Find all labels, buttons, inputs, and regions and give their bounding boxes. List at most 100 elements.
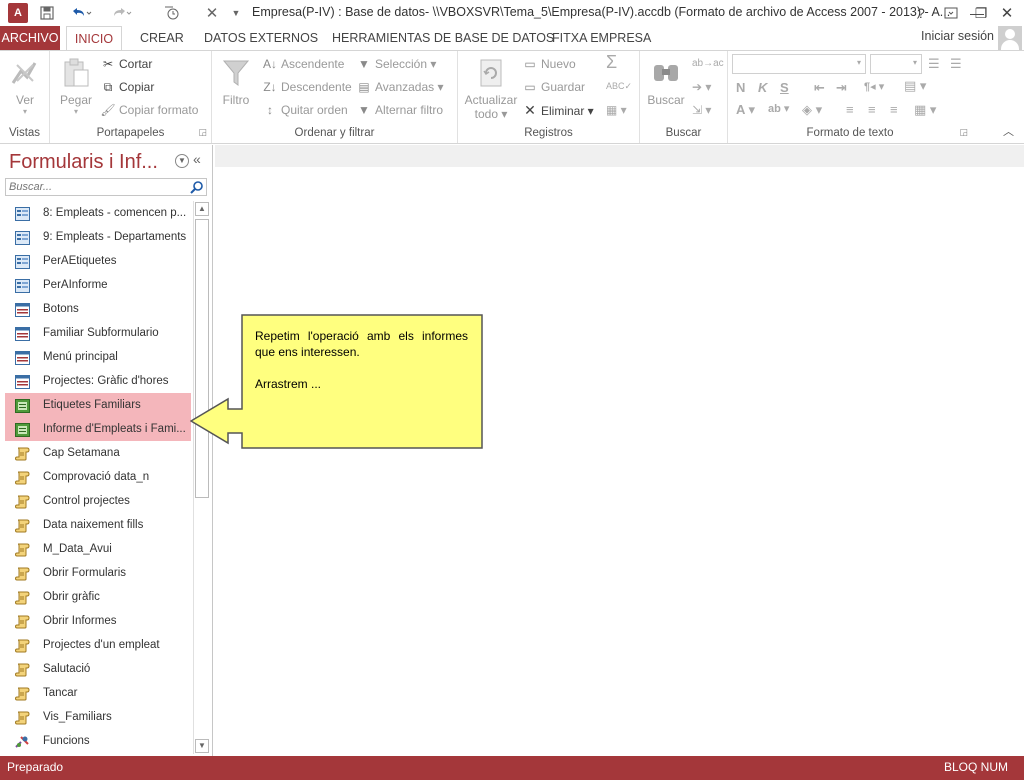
nav-item[interactable]: Projectes: Gràfic d'hores bbox=[5, 369, 191, 393]
view-button[interactable]: Ver ▾ bbox=[6, 57, 44, 116]
restore-window-button[interactable]: ❐ bbox=[968, 2, 994, 24]
align-left-icon[interactable]: ≡ bbox=[846, 102, 854, 117]
text-format-launcher-icon[interactable]: ◲ bbox=[959, 127, 968, 138]
replace-icon[interactable]: ab→ac bbox=[692, 55, 724, 73]
nav-item[interactable]: 9: Empleats - Departaments bbox=[5, 225, 191, 249]
save-icon[interactable] bbox=[38, 3, 56, 23]
nav-item[interactable]: Etiquetes Familiars bbox=[5, 393, 191, 417]
nav-scrollbar[interactable]: ▲ ▼ bbox=[193, 201, 209, 754]
select-icon[interactable]: ⇲ ▾ bbox=[692, 101, 711, 119]
scissors-icon: ✂ bbox=[102, 57, 114, 71]
nav-item[interactable]: 8: Empleats - comencen p... bbox=[5, 201, 191, 225]
close-database-icon[interactable]: ✕ bbox=[204, 3, 220, 23]
nav-item[interactable]: Funcions bbox=[5, 729, 191, 753]
totals-sigma-icon[interactable]: Σ bbox=[606, 53, 617, 71]
advanced-button[interactable]: ▤ Avanzadas ▾ bbox=[356, 78, 443, 96]
delete-record-button[interactable]: ✕ Eliminar ▾ bbox=[522, 101, 594, 119]
new-record-button[interactable]: ▭ Nuevo bbox=[522, 55, 575, 73]
remove-sort-button[interactable]: ↕ Quitar orden bbox=[262, 101, 348, 119]
nav-item[interactable]: Comprovació data_n bbox=[5, 465, 191, 489]
nav-item[interactable]: M_Data_Avui bbox=[5, 537, 191, 561]
nav-item[interactable]: Projectes d'un empleat bbox=[5, 633, 191, 657]
nav-item[interactable]: Tancar bbox=[5, 681, 191, 705]
nav-item[interactable]: Menú principal bbox=[5, 345, 191, 369]
tab-file[interactable]: ARCHIVO bbox=[0, 26, 60, 50]
highlight-icon[interactable]: ab ▾ bbox=[768, 102, 789, 115]
tab-database-tools[interactable]: HERRAMIENTAS DE BASE DE DATOS bbox=[324, 26, 562, 50]
tab-fitxa-empresa[interactable]: FITXA EMPRESA bbox=[544, 26, 659, 50]
cut-button[interactable]: ✂ Cortar bbox=[100, 55, 152, 73]
nav-item[interactable]: Obrir gràfic bbox=[5, 585, 191, 609]
nav-item[interactable]: Cap Setamana bbox=[5, 441, 191, 465]
underline-button[interactable]: S bbox=[780, 80, 789, 95]
nav-pane-menu-icon[interactable]: ▼ bbox=[175, 154, 189, 168]
user-avatar-icon[interactable] bbox=[998, 26, 1022, 50]
nav-item[interactable]: Obrir Formularis bbox=[5, 561, 191, 585]
align-center-icon[interactable]: ≡ bbox=[868, 102, 876, 117]
italic-button[interactable]: K bbox=[758, 80, 767, 95]
customize-qat-icon[interactable] bbox=[162, 3, 182, 23]
nav-item[interactable]: Data naixement fills bbox=[5, 513, 191, 537]
paste-button[interactable]: Pegar ▾ bbox=[58, 57, 94, 116]
spelling-icon[interactable]: ABC✓ bbox=[606, 77, 632, 95]
window-title: Empresa(P-IV) : Base de datos- \\VBOXSVR… bbox=[252, 5, 951, 19]
nav-item[interactable]: Botons bbox=[5, 297, 191, 321]
nav-item[interactable]: Obrir Informes bbox=[5, 609, 191, 633]
remove-sort-icon: ↕ bbox=[267, 103, 273, 117]
bullets-icon[interactable]: ☰ bbox=[928, 56, 940, 72]
scroll-up-arrow-icon[interactable]: ▲ bbox=[195, 202, 209, 216]
toggle-filter-button[interactable]: ▼ Alternar filtro bbox=[356, 101, 443, 119]
tab-create[interactable]: CREAR bbox=[132, 26, 192, 50]
tutorial-callout: Repetim l'operació amb els informes que … bbox=[190, 314, 484, 450]
align-right-icon[interactable]: ≡ bbox=[890, 102, 898, 117]
save-record-button[interactable]: ▭ Guardar bbox=[522, 78, 585, 96]
title-bar: A ✕ ▼ Empresa(P-IV) : Base de datos- \\V… bbox=[0, 0, 1024, 26]
nav-item[interactable]: Control projectes bbox=[5, 489, 191, 513]
search-icon[interactable] bbox=[190, 180, 204, 194]
nav-item[interactable]: Informe d'Empleats i Fami... bbox=[5, 417, 191, 441]
nav-item[interactable]: Salutació bbox=[5, 657, 191, 681]
access-app-icon[interactable]: A bbox=[8, 3, 28, 23]
nav-search-input[interactable] bbox=[6, 179, 186, 195]
ribbon-display-options-button[interactable] bbox=[938, 2, 964, 24]
nav-pane-title[interactable]: Formularis i Inf... bbox=[9, 151, 158, 174]
numbering-icon[interactable]: ☰ bbox=[950, 56, 962, 72]
help-button[interactable]: ? bbox=[908, 2, 934, 24]
nav-item[interactable]: PerAEtiquetes bbox=[5, 249, 191, 273]
font-name-combo[interactable]: ▾ bbox=[732, 54, 866, 74]
goto-icon[interactable]: ➔ ▾ bbox=[692, 78, 711, 96]
paragraph-direction-icon[interactable]: ¶◂ ▾ bbox=[864, 80, 884, 93]
copy-button[interactable]: ⧉ Copiar bbox=[100, 78, 155, 96]
gridlines-icon[interactable]: ▤ ▾ bbox=[904, 78, 926, 94]
macro-object-icon bbox=[14, 494, 30, 509]
sort-descending-button[interactable]: Z↓ Descendente bbox=[262, 78, 351, 96]
filter-button[interactable]: Filtro bbox=[218, 57, 254, 107]
sort-ascending-button[interactable]: A↓ Ascendente bbox=[262, 55, 344, 73]
clipboard-launcher-icon[interactable]: ◲ bbox=[198, 127, 207, 138]
alternate-row-color-icon[interactable]: ▦ ▾ bbox=[914, 102, 936, 118]
nav-item[interactable]: PerAInforme bbox=[5, 273, 191, 297]
scroll-down-arrow-icon[interactable]: ▼ bbox=[195, 739, 209, 753]
tab-home[interactable]: INICIO bbox=[66, 26, 122, 51]
sign-in-link[interactable]: Iniciar sesión bbox=[921, 29, 994, 43]
more-records-icon[interactable]: ▦ ▾ bbox=[606, 101, 627, 119]
refresh-all-button[interactable]: Actualizar todo ▾ bbox=[462, 57, 520, 121]
font-color-icon[interactable]: A ▾ bbox=[736, 102, 755, 118]
nav-item[interactable]: Vis_Familiars bbox=[5, 705, 191, 729]
nav-item[interactable]: Familiar Subformulario bbox=[5, 321, 191, 345]
bold-button[interactable]: N bbox=[736, 80, 745, 95]
fill-color-icon[interactable]: ◈ ▾ bbox=[802, 102, 822, 118]
collapse-ribbon-icon[interactable]: ︿ bbox=[1003, 123, 1014, 139]
title-dropdown-icon[interactable]: ▼ bbox=[228, 3, 244, 23]
font-size-combo[interactable]: ▾ bbox=[870, 54, 922, 74]
increase-indent-icon[interactable]: ⇥ bbox=[836, 80, 847, 96]
undo-icon[interactable] bbox=[66, 3, 96, 23]
redo-icon[interactable] bbox=[106, 3, 136, 23]
decrease-indent-icon[interactable]: ⇤ bbox=[814, 80, 825, 96]
find-button[interactable]: Buscar bbox=[646, 57, 686, 107]
shutter-bar-close-icon[interactable]: « bbox=[193, 151, 201, 167]
selection-button[interactable]: ▼ Selección ▾ bbox=[356, 55, 436, 73]
tab-external-data[interactable]: DATOS EXTERNOS bbox=[196, 26, 326, 50]
format-painter-button[interactable]: 🖌 Copiar formato bbox=[100, 101, 198, 119]
close-window-button[interactable]: ✕ bbox=[994, 2, 1020, 24]
